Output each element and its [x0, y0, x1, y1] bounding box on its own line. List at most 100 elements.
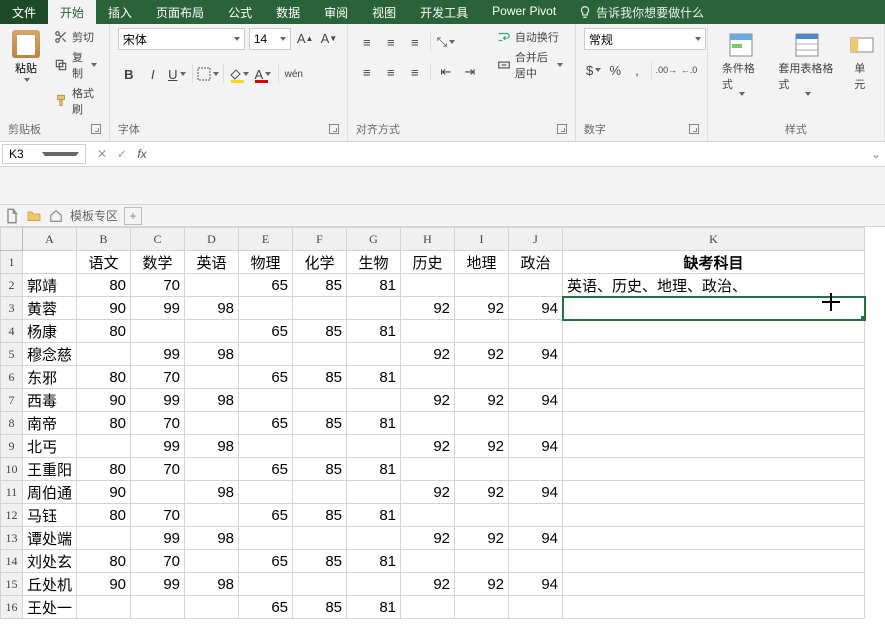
cell-K6[interactable]	[563, 366, 865, 389]
col-header-B[interactable]: B	[77, 228, 131, 251]
cell-D10[interactable]	[185, 458, 239, 481]
folder-icon[interactable]	[26, 208, 42, 224]
phonetic-button[interactable]: wén	[283, 64, 305, 84]
cell-E1[interactable]: 物理	[239, 251, 293, 274]
cell-styles-button[interactable]: 单元	[848, 28, 876, 94]
name-box[interactable]: K3	[2, 144, 86, 164]
cell-K14[interactable]	[563, 550, 865, 573]
cell-B2[interactable]: 80	[77, 274, 131, 297]
cell-E8[interactable]: 65	[239, 412, 293, 435]
cell-D16[interactable]	[185, 596, 239, 619]
template-tab-label[interactable]: 模板专区	[70, 207, 118, 224]
cell-D6[interactable]	[185, 366, 239, 389]
insert-function-button[interactable]: fx	[134, 147, 150, 161]
cell-H14[interactable]	[401, 550, 455, 573]
orientation-button[interactable]: ⤡	[435, 32, 457, 52]
cell-J15[interactable]: 94	[509, 573, 563, 596]
cell-I9[interactable]: 92	[455, 435, 509, 458]
cell-C12[interactable]: 70	[131, 504, 185, 527]
cell-B8[interactable]: 80	[77, 412, 131, 435]
new-file-icon[interactable]	[4, 208, 20, 224]
decrease-font-button[interactable]: A▼	[319, 28, 339, 48]
cell-I7[interactable]: 92	[455, 389, 509, 412]
row-header-12[interactable]: 12	[1, 504, 23, 527]
cell-G16[interactable]: 81	[347, 596, 401, 619]
decrease-decimal-button[interactable]: ←.0	[679, 60, 699, 80]
cell-A2[interactable]: 郭靖	[23, 274, 77, 297]
cell-G15[interactable]	[347, 573, 401, 596]
cell-A13[interactable]: 谭处端	[23, 527, 77, 550]
cell-D14[interactable]	[185, 550, 239, 573]
dialog-launcher[interactable]	[689, 124, 699, 134]
cell-F3[interactable]	[293, 297, 347, 320]
cell-K12[interactable]	[563, 504, 865, 527]
align-middle-button[interactable]: ≡	[380, 32, 402, 52]
cell-H10[interactable]	[401, 458, 455, 481]
cell-I1[interactable]: 地理	[455, 251, 509, 274]
cell-I10[interactable]	[455, 458, 509, 481]
col-header-G[interactable]: G	[347, 228, 401, 251]
increase-font-button[interactable]: A▲	[295, 28, 315, 48]
cell-D8[interactable]	[185, 412, 239, 435]
enter-formula-button[interactable]: ✓	[114, 147, 130, 161]
cell-G12[interactable]: 81	[347, 504, 401, 527]
cell-H6[interactable]	[401, 366, 455, 389]
cell-A10[interactable]: 王重阳	[23, 458, 77, 481]
cell-C7[interactable]: 99	[131, 389, 185, 412]
cell-E3[interactable]	[239, 297, 293, 320]
cell-F2[interactable]: 85	[293, 274, 347, 297]
cell-A1[interactable]	[23, 251, 77, 274]
cell-G7[interactable]	[347, 389, 401, 412]
cell-C5[interactable]: 99	[131, 343, 185, 366]
cell-E12[interactable]: 65	[239, 504, 293, 527]
cell-I6[interactable]	[455, 366, 509, 389]
dialog-launcher[interactable]	[91, 124, 101, 134]
cell-E5[interactable]	[239, 343, 293, 366]
cell-B10[interactable]: 80	[77, 458, 131, 481]
cell-A8[interactable]: 南帝	[23, 412, 77, 435]
paste-button[interactable]: 粘贴	[8, 28, 44, 84]
cell-D7[interactable]: 98	[185, 389, 239, 412]
cell-C1[interactable]: 数学	[131, 251, 185, 274]
border-button[interactable]	[197, 64, 219, 84]
cell-A9[interactable]: 北丐	[23, 435, 77, 458]
cell-G9[interactable]	[347, 435, 401, 458]
cell-E13[interactable]	[239, 527, 293, 550]
cell-A6[interactable]: 东邪	[23, 366, 77, 389]
cell-D5[interactable]: 98	[185, 343, 239, 366]
row-header-14[interactable]: 14	[1, 550, 23, 573]
cell-H7[interactable]: 92	[401, 389, 455, 412]
cell-J5[interactable]: 94	[509, 343, 563, 366]
cell-C10[interactable]: 70	[131, 458, 185, 481]
cell-F5[interactable]	[293, 343, 347, 366]
cell-F1[interactable]: 化学	[293, 251, 347, 274]
cell-D11[interactable]: 98	[185, 481, 239, 504]
cell-I12[interactable]	[455, 504, 509, 527]
cell-K3[interactable]	[563, 297, 865, 320]
tell-me-search[interactable]: 告诉我你想要做什么	[568, 0, 714, 24]
percent-button[interactable]: %	[605, 60, 625, 80]
col-header-F[interactable]: F	[293, 228, 347, 251]
row-header-2[interactable]: 2	[1, 274, 23, 297]
number-format-combo[interactable]: 常规	[584, 28, 706, 50]
cell-K8[interactable]	[563, 412, 865, 435]
cell-E6[interactable]: 65	[239, 366, 293, 389]
cell-D13[interactable]: 98	[185, 527, 239, 550]
cell-J4[interactable]	[509, 320, 563, 343]
decrease-indent-button[interactable]: ⇤	[435, 62, 457, 82]
cell-B15[interactable]: 90	[77, 573, 131, 596]
row-header-15[interactable]: 15	[1, 573, 23, 596]
row-header-16[interactable]: 16	[1, 596, 23, 619]
cell-A12[interactable]: 马钰	[23, 504, 77, 527]
cell-A11[interactable]: 周伯通	[23, 481, 77, 504]
cell-A7[interactable]: 西毒	[23, 389, 77, 412]
wrap-text-button[interactable]: 自动换行	[493, 28, 567, 46]
cell-B7[interactable]: 90	[77, 389, 131, 412]
cell-J2[interactable]	[509, 274, 563, 297]
tab-data[interactable]: 数据	[264, 0, 312, 24]
cell-E11[interactable]	[239, 481, 293, 504]
cell-F6[interactable]: 85	[293, 366, 347, 389]
cell-B1[interactable]: 语文	[77, 251, 131, 274]
tab-powerpivot[interactable]: Power Pivot	[480, 0, 568, 24]
increase-indent-button[interactable]: ⇥	[459, 62, 481, 82]
